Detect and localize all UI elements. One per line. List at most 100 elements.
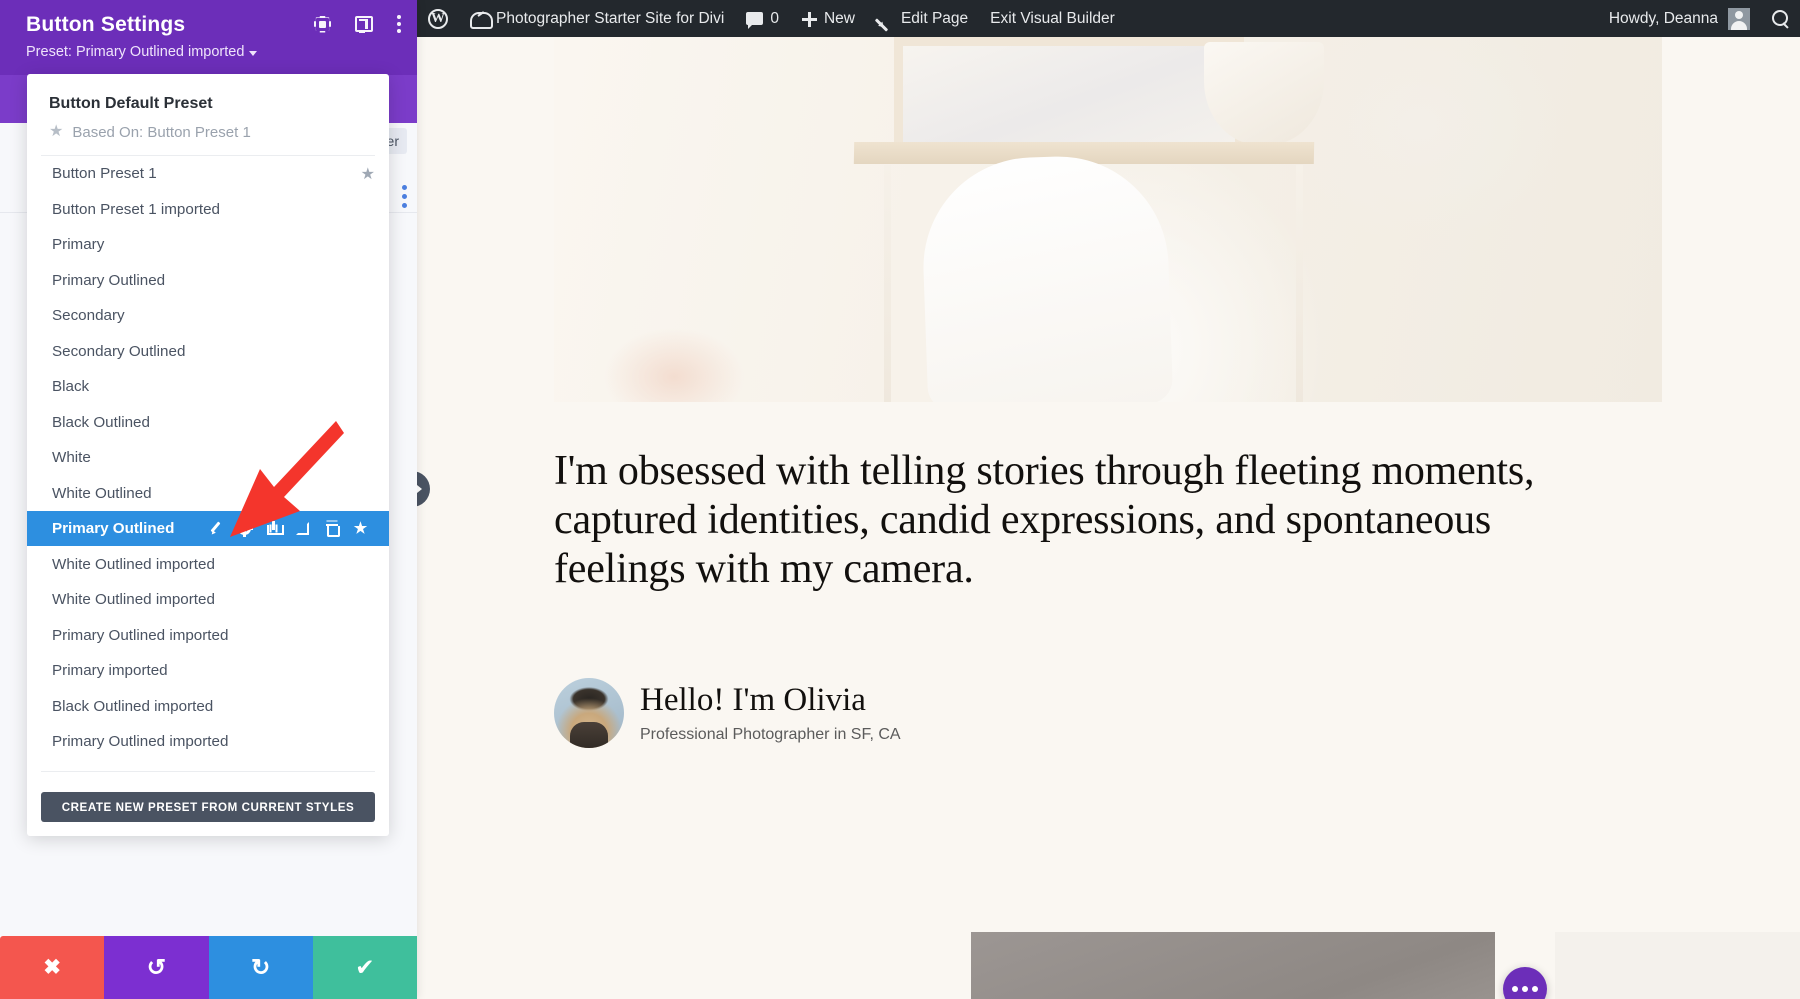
search-icon [1772,10,1789,27]
undo-icon: ↺ [147,956,166,979]
preset-item-label: Primary Outlined imported [52,733,375,750]
preset-list: Button Preset 1★Button Preset 1 imported… [27,156,389,760]
delete-action[interactable] [317,516,346,542]
kebab-menu-icon[interactable] [397,15,401,33]
preset-list-item[interactable]: Button Preset 1★ [27,156,389,192]
dot-2-icon [1522,986,1528,992]
default-preset-based-on: ★ Based On: Button Preset 1 [49,124,367,141]
dot-3-icon [1532,986,1538,992]
layout-view-icon[interactable] [355,16,373,32]
export-icon [267,522,280,535]
preset-item-label: Primary imported [52,662,375,679]
preset-item-label: Primary Outlined [52,520,174,537]
howdy-label: Howdy, Deanna [1609,10,1718,28]
person-intro-row: Hello! I'm Olivia Professional Photograp… [554,678,901,748]
gallery-image-left[interactable] [971,932,1495,999]
edit-icon [209,522,222,535]
set-default-icon: ★ [354,521,367,536]
set-default-action[interactable]: ★ [346,516,375,542]
panel-header-icon-group [314,15,401,33]
preset-item-label: Black [52,378,375,395]
wordpress-logo-menu[interactable]: W [417,0,459,37]
preset-list-item[interactable]: Black Outlined imported [27,688,389,724]
preset-list-item[interactable]: Primary Outlined ★ [27,511,389,547]
builder-more-options-button[interactable] [1503,967,1547,999]
gallery-image-right[interactable] [1555,932,1800,999]
preset-item-label: White Outlined imported [52,591,375,608]
close-icon: ✖ [43,957,61,978]
preset-list-item[interactable]: Primary Outlined imported [27,724,389,760]
photo-table-leg-right [1296,165,1303,402]
export-action[interactable] [259,516,288,542]
comment-bubble-icon [746,12,763,25]
person-avatar [554,678,624,748]
preset-list-item[interactable]: Primary Outlined imported [27,617,389,653]
duplicate-action[interactable] [288,516,317,542]
person-role: Professional Photographer in SF, CA [640,726,901,744]
edit-action[interactable] [201,516,230,542]
preset-list-item[interactable]: Primary [27,227,389,263]
site-preview-canvas: I'm obsessed with telling stories throug… [417,37,1800,999]
preset-list-item[interactable]: Secondary [27,298,389,334]
preset-item-label: Button Preset 1 [52,165,361,182]
wordpress-logo-icon: W [428,9,448,29]
search-button[interactable] [1761,0,1800,37]
discard-changes-button[interactable]: ✖ [0,936,104,999]
delete-icon [326,522,338,535]
preset-list-item[interactable]: White [27,440,389,476]
preset-item-label: White Outlined [52,485,375,502]
preset-list-item[interactable]: White Outlined imported [27,582,389,618]
preset-list-item[interactable]: Button Preset 1 imported [27,191,389,227]
preset-row-actions: ★ [201,516,375,542]
check-icon: ✔ [355,956,374,979]
photo-pampas-shape [574,272,774,402]
save-changes-button[interactable]: ✔ [313,936,417,999]
person-text-block: Hello! I'm Olivia Professional Photograp… [640,682,901,743]
photo-mirror-shape [894,37,1244,142]
person-name: Hello! I'm Olivia [640,682,901,718]
preset-item-label: Primary [52,236,375,253]
dashboard-icon [470,11,489,26]
new-content-menu[interactable]: New [790,0,866,37]
duplicate-icon [296,522,309,535]
comments-count: 0 [770,10,779,28]
wordpress-admin-bar: W Photographer Starter Site for Divi 0 N… [417,0,1800,37]
preset-item-label: White [52,449,375,466]
preset-item-label: Black Outlined imported [52,698,375,715]
dot-1-icon [1512,986,1518,992]
account-menu[interactable]: Howdy, Deanna [1598,0,1761,37]
photo-chair-shape [920,153,1174,402]
hero-interior-photo[interactable] [554,37,1662,402]
focus-mode-icon[interactable] [314,16,331,33]
redo-button[interactable]: ↻ [209,936,313,999]
edit-page-menu[interactable]: Edit Page [866,0,979,37]
redo-icon: ↻ [251,956,270,979]
exit-visual-builder-button[interactable]: Exit Visual Builder [979,0,1126,37]
create-new-preset-button[interactable]: CREATE NEW PRESET FROM CURRENT STYLES [41,792,375,822]
hero-statement-text: I'm obsessed with telling stories throug… [554,447,1624,594]
preset-list-item[interactable]: Black [27,369,389,405]
default-preset-block[interactable]: Button Default Preset ★ Based On: Button… [27,74,389,155]
preset-list-item[interactable]: White Outlined imported [27,546,389,582]
panel-row-kebab-icon[interactable] [402,185,407,208]
preset-item-label: Secondary [52,307,375,324]
preset-item-label: Primary Outlined imported [52,627,375,644]
settings-action[interactable] [230,516,259,542]
undo-button[interactable]: ↺ [104,936,208,999]
plus-icon [801,11,817,27]
panel-action-footer: ✖ ↺ ↻ ✔ [0,936,417,999]
preset-selector-label: Preset: Primary Outlined imported [26,44,244,60]
preset-list-item[interactable]: Secondary Outlined [27,333,389,369]
site-name-menu[interactable]: Photographer Starter Site for Divi [459,0,735,37]
exit-visual-builder-label: Exit Visual Builder [990,10,1115,28]
preset-list-item[interactable]: Primary Outlined [27,262,389,298]
pencil-icon [877,10,894,27]
default-preset-star-icon[interactable]: ★ [361,164,375,184]
site-name-label: Photographer Starter Site for Divi [496,10,724,28]
preset-list-item[interactable]: White Outlined [27,475,389,511]
preset-list-item[interactable]: Black Outlined [27,404,389,440]
preset-selector-toggle[interactable]: Preset: Primary Outlined imported [26,44,257,60]
comments-menu[interactable]: 0 [735,0,790,37]
preset-item-label: Secondary Outlined [52,343,375,360]
preset-list-item[interactable]: Primary imported [27,653,389,689]
